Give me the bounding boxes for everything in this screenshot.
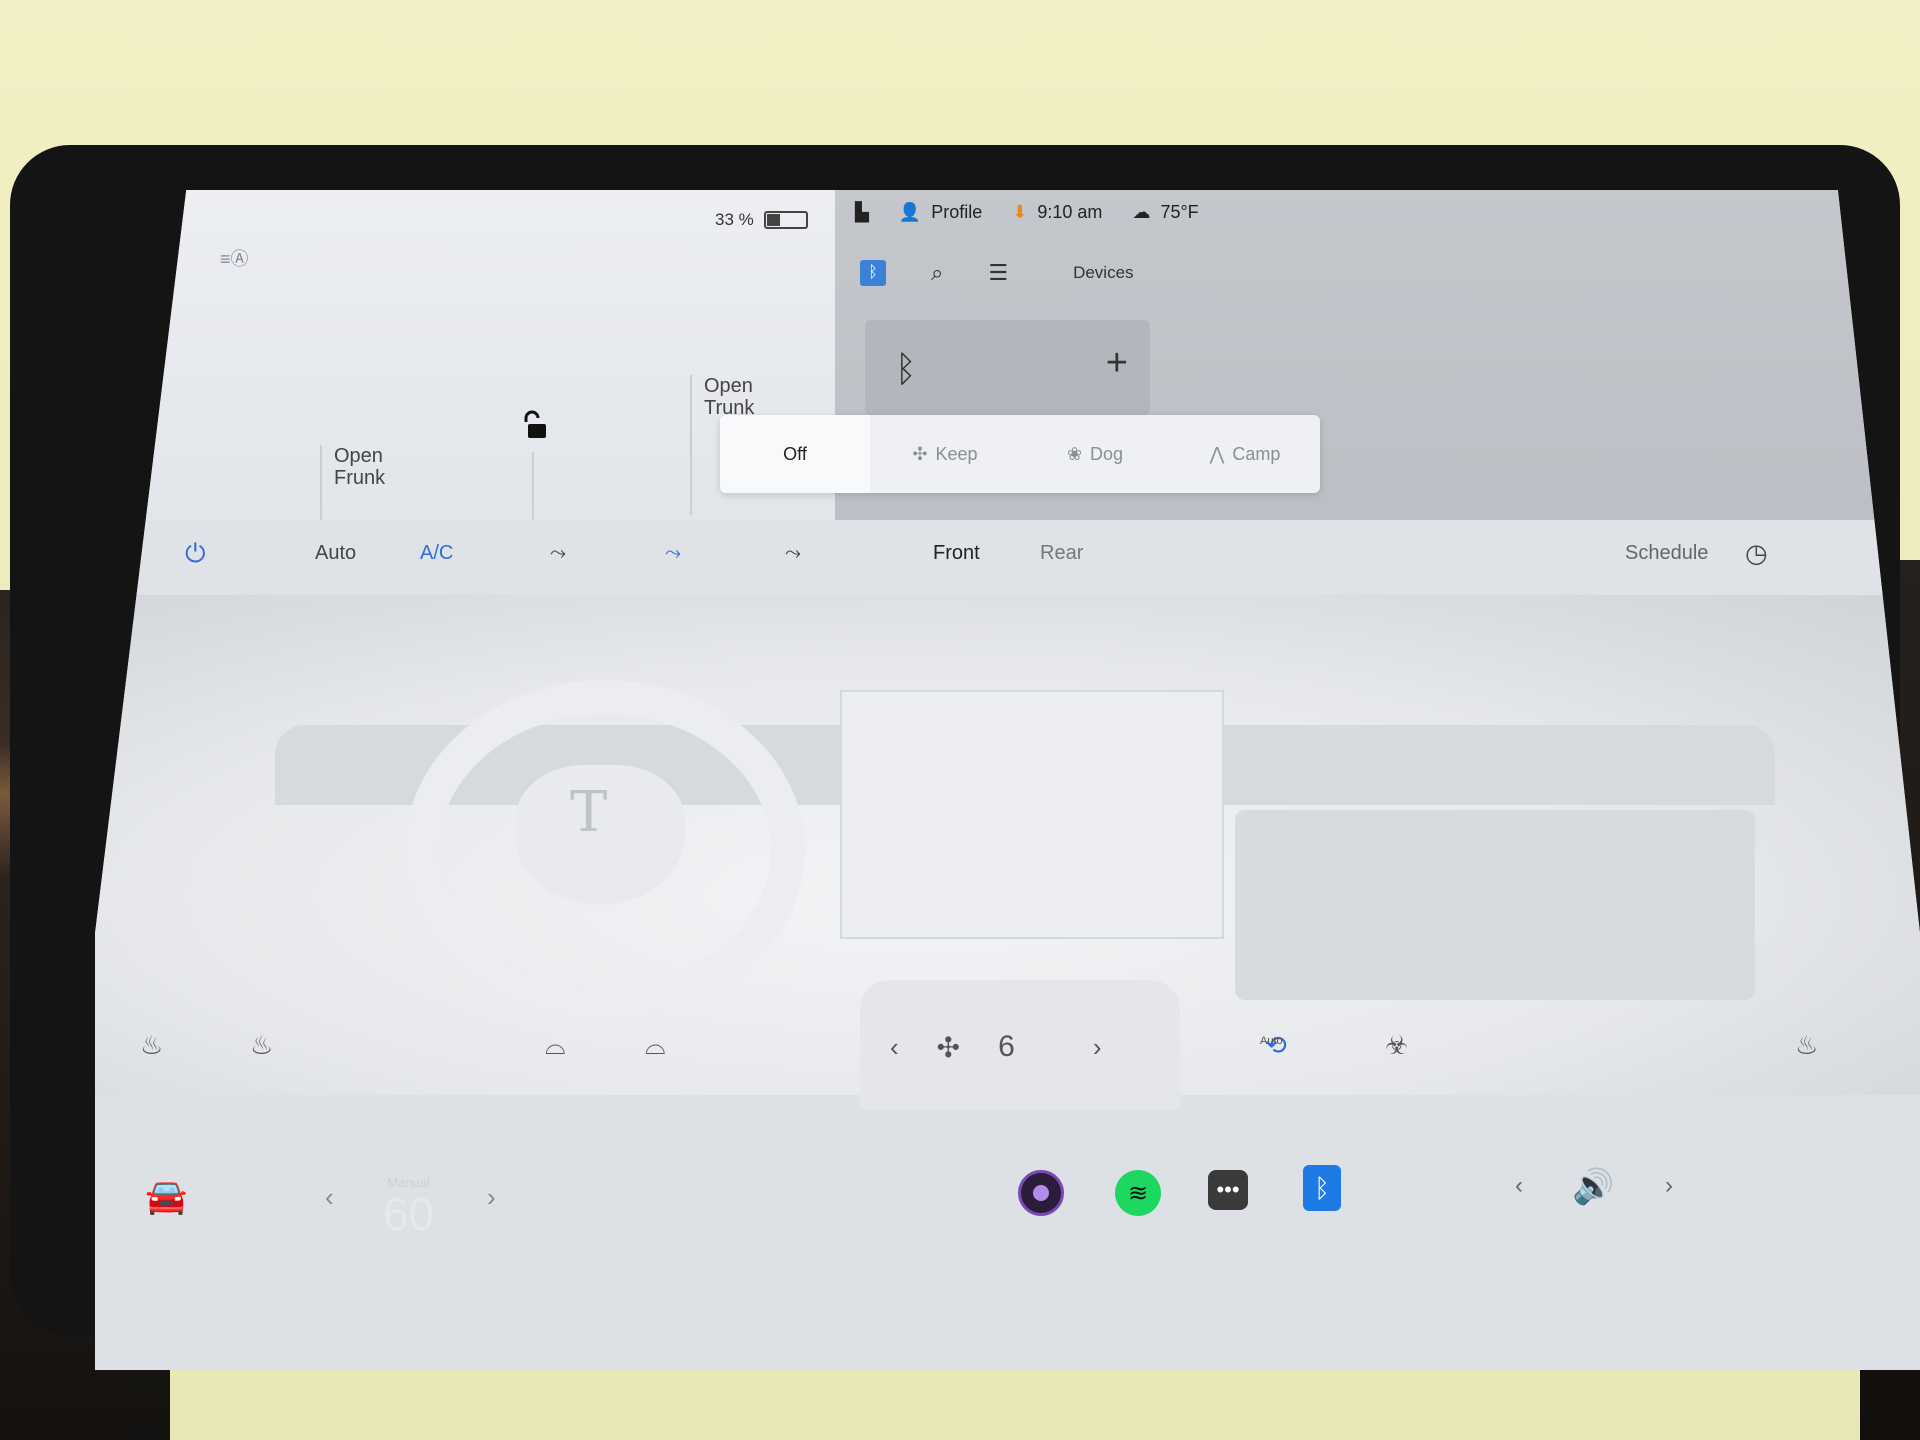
passenger-seat-heat-icon[interactable]: ♨ bbox=[1795, 1030, 1818, 1061]
volume-icon[interactable]: 🔊 bbox=[1572, 1167, 1614, 1207]
spotify-waves: ≋ bbox=[1127, 1179, 1149, 1207]
fan-increase-chevron-icon[interactable]: › bbox=[1093, 1032, 1102, 1063]
front-defrost-icon[interactable]: ⌓ bbox=[545, 1030, 566, 1062]
clock-icon[interactable]: ◷ bbox=[1745, 538, 1768, 569]
mode-camp-label: Camp bbox=[1232, 443, 1281, 464]
tesla-logo-icon: T bbox=[570, 780, 608, 845]
rear-defrost-icon[interactable]: ⌓ bbox=[925, 1172, 949, 1206]
glovebox-render bbox=[1235, 810, 1755, 1000]
mode-dog-label: Dog bbox=[1090, 443, 1124, 464]
paw-icon: ❀ bbox=[1066, 443, 1083, 464]
rear-defrost-icon[interactable]: ⌓ bbox=[645, 1030, 666, 1062]
temp-increase-chevron-icon[interactable]: › bbox=[487, 1182, 496, 1213]
car-icon[interactable]: 🚘 bbox=[145, 1177, 187, 1217]
bluetooth-source-icon[interactable]: ᛒ bbox=[860, 260, 886, 286]
airflow-defrost-icon[interactable]: ⤳ bbox=[785, 542, 801, 565]
profile-label: Profile bbox=[931, 202, 983, 222]
mode-off-label: Off bbox=[783, 443, 807, 464]
add-device-button[interactable]: + bbox=[1106, 342, 1128, 385]
driver-seat-heat-icon[interactable]: ♨ bbox=[140, 1030, 163, 1061]
rear-tab[interactable]: Rear bbox=[1040, 542, 1083, 565]
seat-heat-icon[interactable]: ♨ bbox=[573, 1172, 600, 1207]
sentry-icon[interactable]: ▙ bbox=[855, 202, 869, 223]
power-icon[interactable]: ⏻ bbox=[185, 538, 206, 570]
mode-keep-label: Keep bbox=[935, 443, 978, 464]
battery-fill bbox=[766, 214, 780, 226]
headlight-icon[interactable]: ≡Ⓐ bbox=[220, 245, 254, 269]
ac-button[interactable]: A/C bbox=[420, 542, 453, 565]
steering-heat-icon[interactable]: ♨ bbox=[830, 1172, 857, 1207]
status-bar: ▙ 👤 Profile ⬇ 9:10 am ☁ 75°F bbox=[835, 190, 1920, 235]
mode-off-option[interactable]: Off bbox=[720, 415, 870, 493]
mode-camp-option[interactable]: ⋀ Camp bbox=[1170, 415, 1320, 493]
fan-icon: ✣ bbox=[912, 443, 928, 464]
download-icon[interactable]: ⬇ bbox=[1012, 202, 1027, 223]
fan-speed-control: ‹ ✣ 6 › bbox=[890, 1030, 1102, 1064]
auto-button[interactable]: Auto bbox=[315, 542, 356, 565]
bioweapon-mode-icon[interactable]: ☣ bbox=[1385, 1030, 1408, 1061]
cabin-temperature-control[interactable]: Manual 60 bbox=[383, 1175, 434, 1238]
open-frunk-label-2: Frunk bbox=[334, 467, 386, 489]
bluetooth-devices-tile[interactable]: ᛒ + bbox=[865, 320, 1150, 415]
airflow-face-icon[interactable]: ⤳ bbox=[550, 542, 566, 565]
battery-status: 33 % bbox=[715, 210, 808, 230]
front-tab[interactable]: Front bbox=[933, 542, 980, 565]
fan-speed-value: 6 bbox=[998, 1030, 1015, 1063]
battery-icon bbox=[763, 211, 808, 229]
bluetooth-icon: ᛒ bbox=[895, 348, 917, 389]
profile-button[interactable]: 👤 Profile bbox=[899, 202, 982, 223]
devices-label[interactable]: Devices bbox=[1073, 263, 1133, 283]
camera-lens bbox=[1033, 1185, 1049, 1201]
airflow-feet-icon[interactable]: ⤳ bbox=[665, 542, 681, 565]
mode-dog-option[interactable]: ❀ Dog bbox=[1020, 415, 1170, 493]
volume-decrease-chevron-icon[interactable]: ‹ bbox=[1515, 1172, 1523, 1200]
mode-keep-option[interactable]: ✣ Keep bbox=[870, 415, 1020, 493]
tent-icon: ⋀ bbox=[1209, 443, 1225, 464]
person-icon: 👤 bbox=[898, 202, 922, 222]
outside-temperature: 75°F bbox=[1160, 202, 1199, 222]
temp-value: 60 bbox=[383, 1188, 435, 1240]
cabin-visualization[interactable]: T bbox=[95, 595, 1920, 1110]
open-trunk-label-1: Open bbox=[704, 375, 753, 397]
media-toolbar: ᛒ ⌕ ☰ Devices bbox=[860, 260, 1134, 286]
cloud-icon: ☁ bbox=[1132, 202, 1151, 222]
fan-decrease-chevron-icon[interactable]: ‹ bbox=[890, 1032, 899, 1063]
recirculation-auto-label: Auto bbox=[1260, 1035, 1283, 1047]
lock-leader-line bbox=[532, 452, 534, 522]
spotify-app-icon[interactable]: ≋ bbox=[1115, 1170, 1161, 1216]
bluetooth-app-icon[interactable]: ᛒ bbox=[1303, 1165, 1341, 1211]
climate-keep-mode-selector: Off ✣ Keep ❀ Dog ⋀ Camp bbox=[720, 415, 1320, 493]
more-apps-icon[interactable]: ••• bbox=[1208, 1170, 1248, 1210]
bottom-dock: 🚘 ‹ › ♨ ⌓ ♨ ⌓ ≋ ••• ᛒ ‹ 🔊 › bbox=[0, 1147, 1920, 1357]
list-icon[interactable]: ☰ bbox=[988, 260, 1008, 286]
fan-icon: ✣ bbox=[936, 1031, 961, 1063]
unlock-icon[interactable] bbox=[520, 410, 548, 442]
search-icon[interactable]: ⌕ bbox=[931, 260, 943, 286]
clock-group: ⬇ 9:10 am bbox=[1012, 202, 1102, 223]
climate-control-bar: ⏻ Auto A/C ⤳ ⤳ ⤳ Front Rear Schedule ◷ bbox=[95, 520, 1920, 595]
weather-group: ☁ 75°F bbox=[1132, 202, 1198, 223]
camera-app-icon[interactable] bbox=[1018, 1170, 1064, 1216]
schedule-button[interactable]: Schedule bbox=[1625, 542, 1708, 565]
open-frunk-button[interactable]: Open Frunk bbox=[320, 445, 385, 525]
center-screen-render bbox=[840, 690, 1224, 939]
battery-percent: 33 % bbox=[715, 210, 754, 229]
open-frunk-label-1: Open bbox=[334, 445, 383, 467]
temp-decrease-chevron-icon[interactable]: ‹ bbox=[325, 1182, 334, 1213]
front-defrost-icon[interactable]: ⌓ bbox=[733, 1172, 757, 1206]
clock-time: 9:10 am bbox=[1037, 202, 1103, 222]
steering-wheel-heat-icon[interactable]: ♨ bbox=[250, 1030, 273, 1061]
volume-increase-chevron-icon[interactable]: › bbox=[1665, 1172, 1673, 1200]
